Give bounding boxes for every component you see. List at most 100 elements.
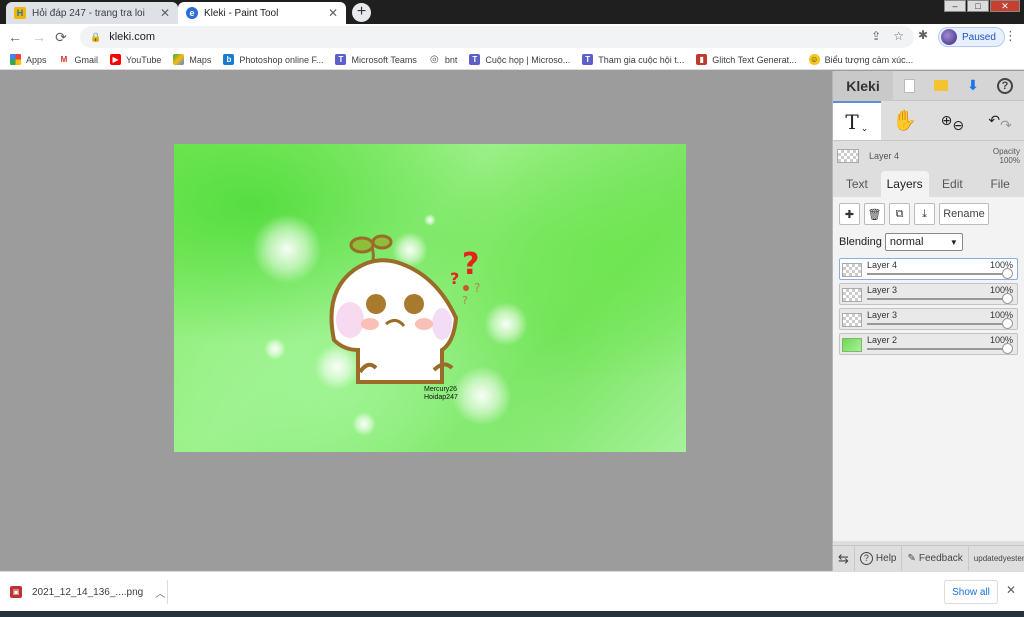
forward-arrow-icon[interactable]: → bbox=[30, 28, 48, 46]
profile-button[interactable]: Paused bbox=[938, 27, 1005, 47]
bookmark-label: Cuộc họp | Microso... bbox=[485, 54, 571, 65]
image-file-icon: ▣ bbox=[10, 586, 22, 598]
teams-icon: T bbox=[335, 54, 347, 65]
add-layer-icon[interactable]: ✚ bbox=[839, 203, 860, 225]
help-button[interactable]: ? Help bbox=[855, 545, 903, 572]
bookmark-maps[interactable]: Maps bbox=[173, 54, 211, 65]
profile-status: Paused bbox=[962, 31, 996, 43]
bookmark-label: Photoshop online F... bbox=[239, 54, 324, 65]
share-icon[interactable]: ⇪ bbox=[871, 29, 881, 43]
bookmark-teams[interactable]: T Microsoft Teams bbox=[335, 54, 417, 65]
close-tab-icon[interactable]: ✕ bbox=[160, 6, 170, 20]
back-arrow-icon[interactable]: ← bbox=[6, 28, 24, 46]
bookmark-youtube[interactable]: ▶ YouTube bbox=[110, 54, 161, 65]
bookmark-glitch[interactable]: ▮ Glitch Text Generat... bbox=[696, 54, 797, 65]
teams-icon: T bbox=[582, 54, 594, 65]
panel-tabs: Text Layers Edit File bbox=[833, 171, 1024, 197]
layer-item[interactable]: Layer 2 100% bbox=[839, 333, 1018, 355]
more-menu-icon[interactable]: ⋮ bbox=[1004, 28, 1017, 44]
swap-side-icon[interactable]: ⇆ bbox=[833, 545, 855, 572]
delete-layer-trash-icon[interactable]: 🗑 bbox=[864, 203, 885, 225]
layer-opacity-slider[interactable] bbox=[867, 323, 1007, 325]
rename-button[interactable]: Rename bbox=[939, 203, 989, 225]
kleki-favicon-icon: e bbox=[186, 7, 198, 19]
layer-thumbnail bbox=[837, 149, 859, 163]
bookmark-label: Apps bbox=[26, 54, 47, 65]
opacity-readout: Opacity 100% bbox=[993, 147, 1020, 165]
layer-name: Layer 3 bbox=[867, 285, 898, 295]
photoshop-icon: b bbox=[223, 54, 235, 65]
bookmark-gmail[interactable]: M Gmail bbox=[58, 54, 98, 65]
bookmark-teams-join[interactable]: T Tham gia cuộc hội t... bbox=[582, 54, 684, 65]
hoidap-favicon-icon: H bbox=[14, 7, 26, 19]
bookmark-label: Maps bbox=[189, 54, 212, 65]
hand-tool-icon[interactable]: ✋ bbox=[881, 101, 929, 140]
canvas-workspace[interactable]: ? ? ? ? Mercury26 Hoidap247 bbox=[0, 71, 832, 571]
slider-handle[interactable] bbox=[1002, 318, 1013, 329]
new-tab-button[interactable]: + bbox=[352, 3, 371, 22]
bookmark-star-icon[interactable]: ☆ bbox=[893, 29, 904, 43]
bookmark-emoji[interactable]: ☺ Biểu tượng cảm xúc... bbox=[808, 54, 914, 65]
close-icon[interactable]: ✕ bbox=[1006, 583, 1016, 597]
updated-line: updated bbox=[973, 554, 1003, 563]
bookmark-label: Biểu tượng cảm xúc... bbox=[824, 54, 914, 65]
feedback-button[interactable]: ✎ Feedback bbox=[902, 545, 969, 572]
duplicate-layer-icon[interactable]: ⧉ bbox=[889, 203, 910, 225]
undo-redo-icon[interactable]: ↶ ↷ bbox=[976, 101, 1024, 140]
tab-title: Hỏi đáp 247 - trang tra loi bbox=[32, 7, 145, 19]
merge-down-icon[interactable]: ⤓ bbox=[914, 203, 935, 225]
layer-item[interactable]: Layer 3 100% bbox=[839, 308, 1018, 330]
slider-handle[interactable] bbox=[1002, 293, 1013, 304]
updated-note[interactable]: updated yesterday bbox=[969, 546, 1024, 572]
download-icon[interactable]: ⬇ bbox=[957, 71, 989, 101]
close-tab-icon[interactable]: ✕ bbox=[328, 6, 338, 20]
layer-item[interactable]: Layer 4 100% bbox=[839, 258, 1018, 280]
tab-kleki[interactable]: e Kleki - Paint Tool ✕ bbox=[178, 2, 346, 24]
layer-opacity-slider[interactable] bbox=[867, 348, 1007, 350]
tab-edit[interactable]: Edit bbox=[929, 171, 977, 197]
feedback-pencil-icon: ✎ bbox=[907, 553, 916, 564]
kleki-logo[interactable]: Kleki bbox=[833, 70, 893, 101]
url-text: kleki.com bbox=[109, 31, 156, 43]
reload-icon[interactable]: ⟳ bbox=[52, 28, 70, 46]
maximize-icon[interactable]: □ bbox=[967, 0, 989, 12]
slider-handle[interactable] bbox=[1002, 343, 1013, 354]
chevron-up-icon[interactable]: ︿ bbox=[155, 585, 165, 600]
help-question-icon[interactable]: ? bbox=[989, 71, 1021, 101]
layer-opacity-slider[interactable] bbox=[867, 298, 1007, 300]
bookmark-bnt[interactable]: ◎ bnt bbox=[429, 54, 458, 65]
slider-handle[interactable] bbox=[1002, 268, 1013, 279]
download-file-name: 2021_12_14_136_....png bbox=[32, 586, 144, 598]
minimize-icon[interactable]: – bbox=[944, 0, 966, 12]
bookmark-label: YouTube bbox=[126, 54, 162, 65]
address-bar[interactable]: 🔒 kleki.com ⇪ ☆ bbox=[80, 26, 914, 48]
drawing-canvas[interactable]: ? ? ? ? Mercury26 Hoidap247 bbox=[174, 144, 686, 452]
layer-thumbnail bbox=[842, 338, 862, 352]
show-all-button[interactable]: Show all bbox=[944, 580, 998, 604]
browser-tab-strip: H Hỏi đáp 247 - trang tra loi ✕ e Kleki … bbox=[0, 0, 1024, 24]
bookmark-apps[interactable]: Apps bbox=[10, 54, 47, 65]
zoom-in-out-icon[interactable]: ⊕ ⊖ bbox=[929, 101, 977, 140]
layer-thumbnail bbox=[842, 313, 862, 327]
layer-item[interactable]: Layer 3 100% bbox=[839, 283, 1018, 305]
blending-select[interactable]: normal ▼ bbox=[884, 233, 963, 251]
bookmark-photoshop[interactable]: b Photoshop online F... bbox=[223, 54, 323, 65]
bookmark-label: Microsoft Teams bbox=[351, 54, 417, 65]
new-image-icon[interactable] bbox=[893, 71, 925, 101]
bookmark-label: bnt bbox=[444, 54, 458, 65]
window-close-icon[interactable]: ✕ bbox=[990, 0, 1020, 12]
tab-text[interactable]: Text bbox=[833, 171, 881, 197]
opacity-label: Opacity bbox=[992, 147, 1020, 156]
blending-value: normal bbox=[889, 236, 924, 248]
tool-row: T ⌄ ✋ ⊕ ⊖ ↶ ↷ bbox=[833, 101, 1024, 141]
tab-layers[interactable]: Layers bbox=[880, 171, 929, 197]
bookmark-label: Tham gia cuộc hội t... bbox=[598, 54, 685, 65]
extensions-puzzle-icon[interactable]: ✱ bbox=[918, 28, 928, 42]
bookmark-teams-meeting[interactable]: T Cuộc họp | Microso... bbox=[469, 54, 570, 65]
tab-hoidap247[interactable]: H Hỏi đáp 247 - trang tra loi ✕ bbox=[6, 2, 178, 24]
tab-file[interactable]: File bbox=[976, 171, 1024, 197]
text-tool-icon[interactable]: T ⌄ bbox=[833, 101, 881, 140]
layer-opacity-slider[interactable] bbox=[867, 273, 1007, 275]
download-item[interactable]: ▣ 2021_12_14_136_....png ︿ bbox=[10, 580, 168, 604]
open-folder-icon[interactable] bbox=[925, 71, 957, 101]
